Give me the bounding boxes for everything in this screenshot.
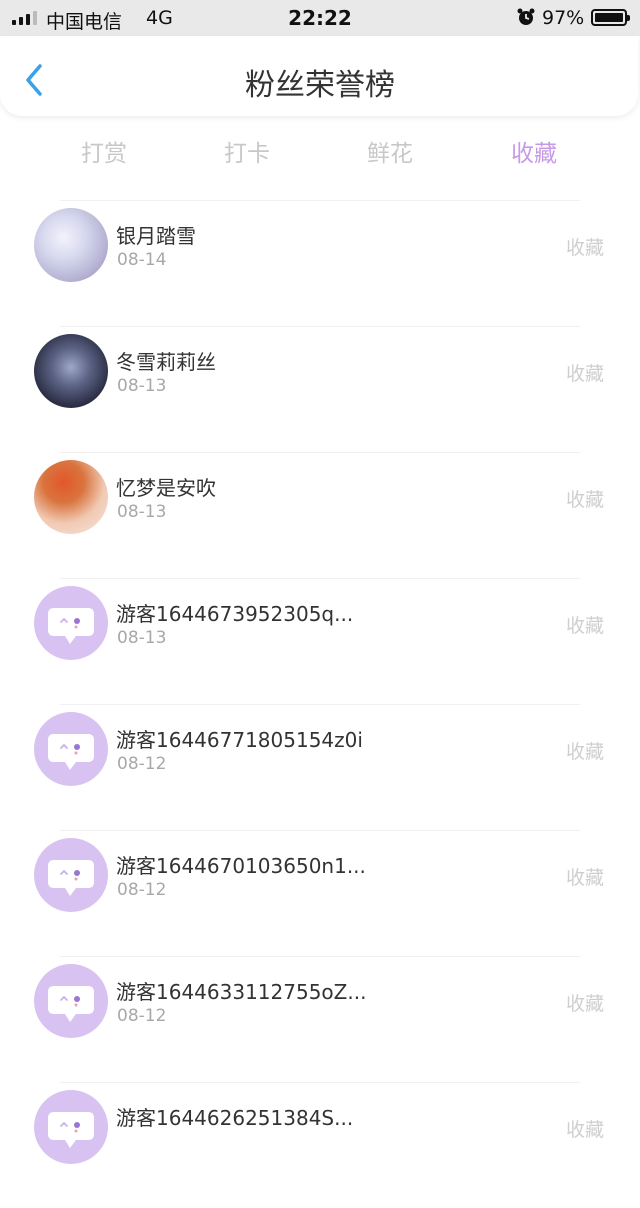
list-item[interactable]: 忆梦是安吹 08-13 收藏: [0, 452, 640, 578]
list-item[interactable]: 银月踏雪 08-14 收藏: [0, 200, 640, 326]
chat-bubble-icon: [48, 1112, 94, 1148]
item-date: 08-13: [117, 502, 167, 522]
list-item[interactable]: 冬雪莉莉丝 08-13 收藏: [0, 326, 640, 452]
page-title: 粉丝荣誉榜: [245, 68, 395, 103]
favorite-label: 收藏: [565, 993, 604, 1015]
user-name: 银月踏雪: [116, 224, 196, 248]
user-name: 游客16446771805154z0i: [116, 728, 363, 752]
user-name: 冬雪莉莉丝: [116, 350, 216, 374]
chat-bubble-icon: [48, 608, 94, 644]
battery-icon: [591, 9, 630, 26]
chat-bubble-icon: [48, 986, 94, 1022]
list-item[interactable]: 游客1644670103650n1... 08-12 收藏: [0, 830, 640, 956]
list-item[interactable]: 游客1644626251384S... 收藏: [0, 1082, 640, 1208]
guest-avatar[interactable]: [34, 964, 108, 1038]
user-name: 忆梦是安吹: [116, 476, 216, 500]
divider: [60, 326, 580, 327]
guest-avatar[interactable]: [34, 712, 108, 786]
user-name: 游客1644633112755oZ...: [116, 980, 367, 1004]
favorite-label: 收藏: [565, 489, 604, 511]
tab-checkin[interactable]: 打卡: [187, 134, 307, 168]
item-date: 08-12: [117, 1006, 167, 1026]
avatar[interactable]: [34, 208, 108, 282]
battery-percent: 97%: [542, 7, 585, 29]
divider: [60, 956, 580, 957]
item-date: 08-14: [117, 250, 167, 270]
favorite-label: 收藏: [565, 363, 604, 385]
nav-header: 粉丝荣誉榜: [0, 36, 638, 116]
favorite-label: 收藏: [565, 615, 604, 637]
favorite-label: 收藏: [565, 1119, 604, 1141]
avatar[interactable]: [34, 334, 108, 408]
list-item[interactable]: 游客1644673952305q... 08-13 收藏: [0, 578, 640, 704]
list-item[interactable]: 游客16446771805154z0i 08-12 收藏: [0, 704, 640, 830]
tab-favorites[interactable]: 收藏: [474, 134, 594, 168]
guest-avatar[interactable]: [34, 1090, 108, 1164]
item-date: 08-13: [117, 628, 167, 648]
tab-reward[interactable]: 打赏: [44, 134, 164, 168]
item-date: 08-12: [117, 754, 167, 774]
chat-bubble-icon: [48, 860, 94, 896]
divider: [60, 830, 580, 831]
user-name: 游客1644670103650n1...: [116, 854, 366, 878]
guest-avatar[interactable]: [34, 586, 108, 660]
divider: [60, 578, 580, 579]
user-name: 游客1644673952305q...: [116, 602, 354, 626]
tab-flowers[interactable]: 鲜花: [330, 134, 450, 168]
divider: [60, 200, 580, 201]
divider: [60, 704, 580, 705]
chat-bubble-icon: [48, 734, 94, 770]
divider: [60, 1082, 580, 1083]
favorite-label: 收藏: [565, 741, 604, 763]
favorite-label: 收藏: [565, 237, 604, 259]
status-bar: 中国电信 4G 22:22 97%: [0, 0, 640, 36]
item-date: 08-13: [117, 376, 167, 396]
item-date: 08-12: [117, 880, 167, 900]
favorite-label: 收藏: [565, 867, 604, 889]
list-item[interactable]: 游客1644633112755oZ... 08-12 收藏: [0, 956, 640, 1082]
avatar[interactable]: [34, 460, 108, 534]
tab-bar: 打赏 打卡 鲜花 收藏: [0, 126, 640, 174]
alarm-icon: [517, 8, 535, 25]
guest-avatar[interactable]: [34, 838, 108, 912]
divider: [60, 452, 580, 453]
user-name: 游客1644626251384S...: [116, 1106, 354, 1130]
